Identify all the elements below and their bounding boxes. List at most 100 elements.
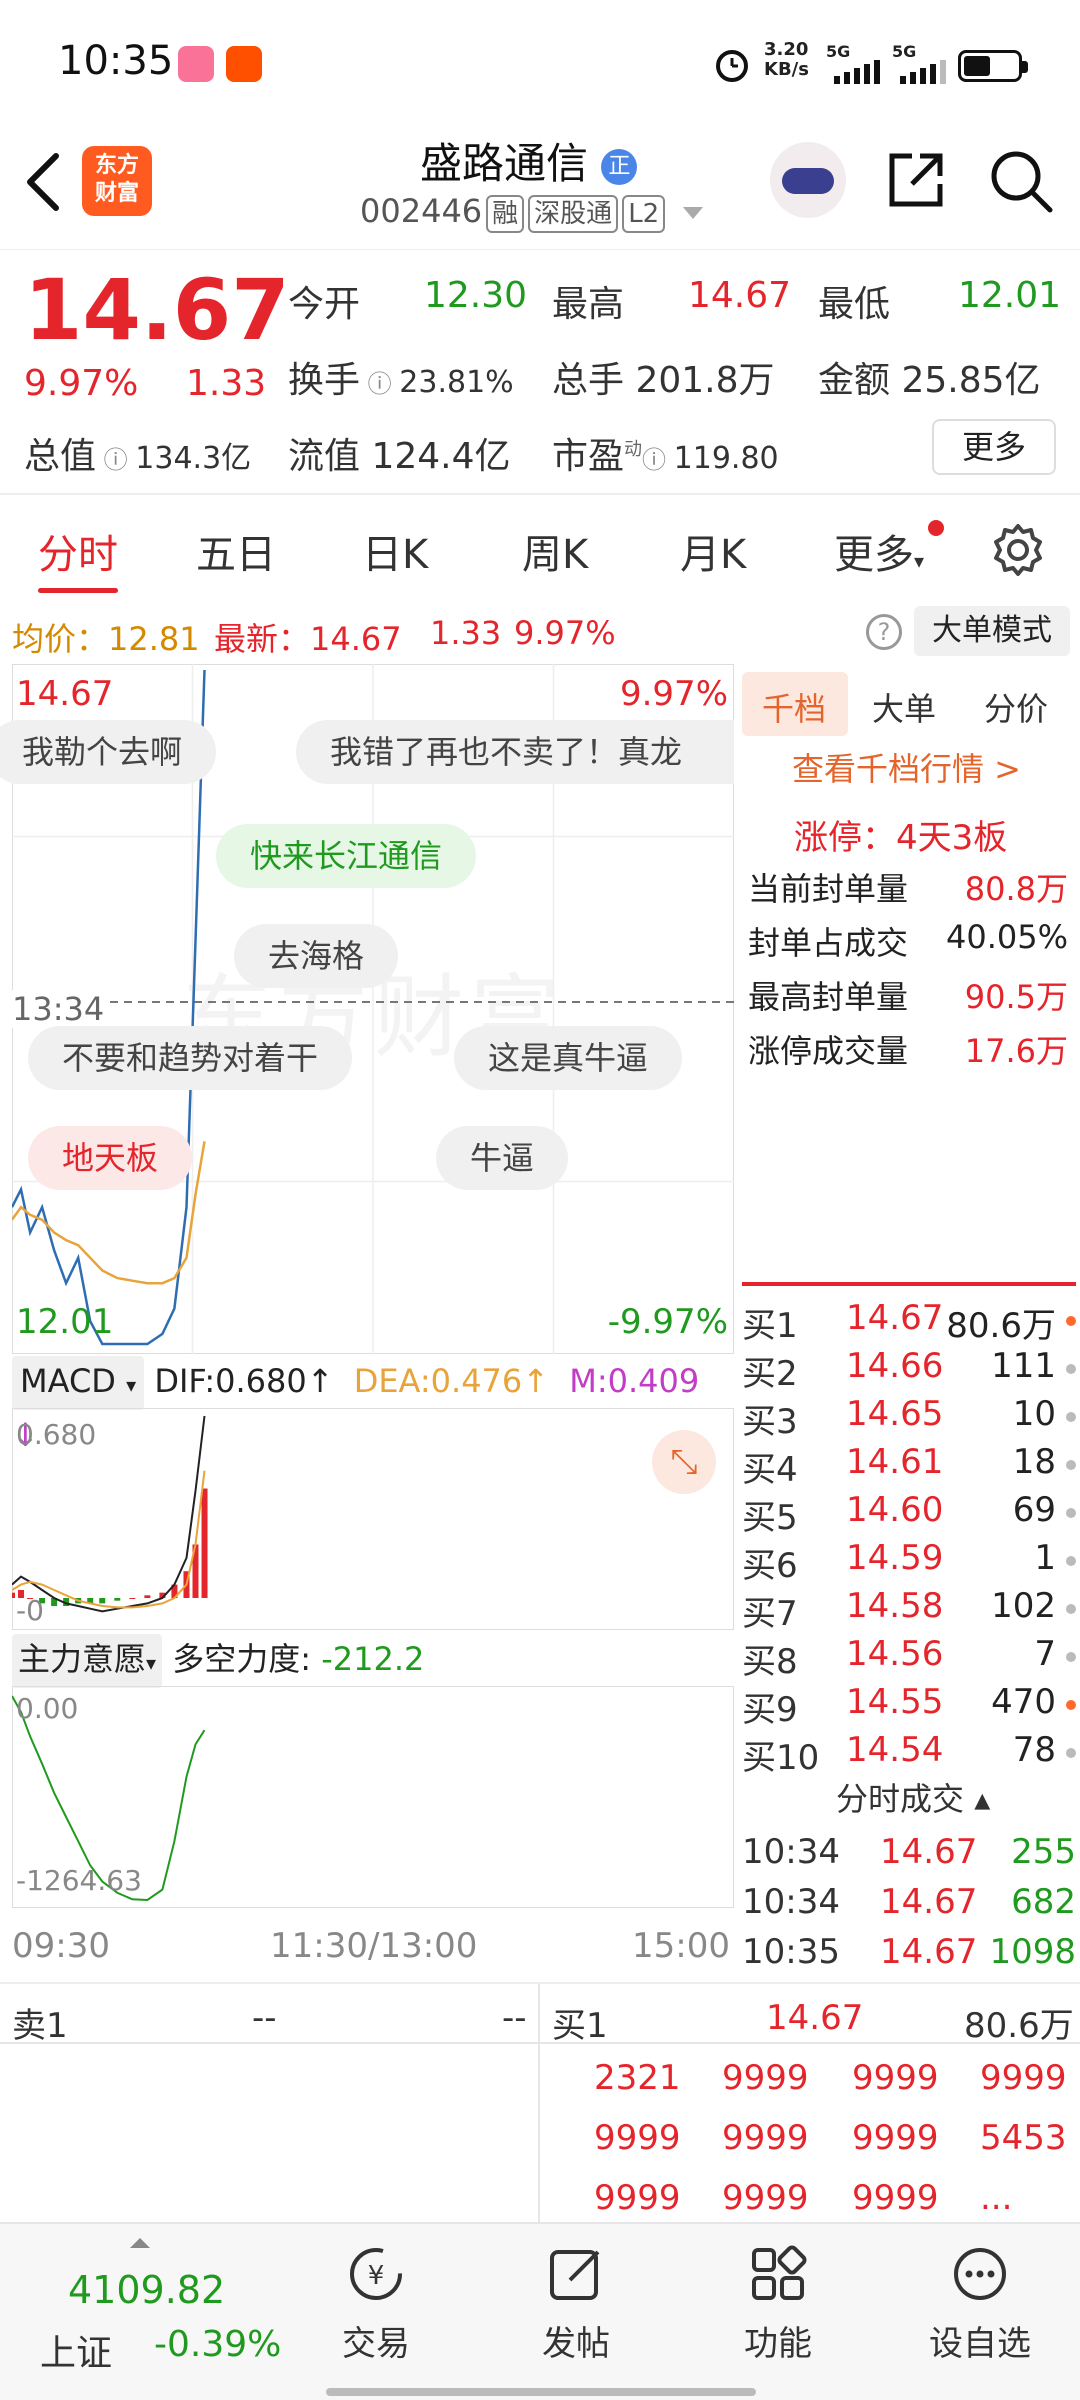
price-axis-top: 14.67	[16, 674, 114, 714]
alarm-icon	[716, 50, 748, 82]
index-ticker[interactable]: 4109.82 上证 -0.39%	[20, 2238, 320, 2388]
comment-bubble[interactable]: 这是真牛逼	[454, 1026, 683, 1090]
trade-price: 14.67	[880, 1832, 978, 1872]
stock-code-row[interactable]: 002446 融深股通 L2	[360, 192, 704, 233]
tab-monthly-k[interactable]: 月K	[680, 522, 746, 580]
nav-trade[interactable]: ¥ 交易	[306, 2244, 446, 2365]
robot-assistant-icon[interactable]	[770, 142, 846, 218]
share-icon[interactable]	[884, 148, 948, 212]
svg-text:¥: ¥	[368, 2261, 385, 2291]
view-levels-link[interactable]: 查看千档行情 >	[792, 744, 1021, 790]
change-percent: 9.97%	[24, 363, 139, 404]
macd-header: MACD ▾ DIF:0.680↑ DEA:0.476↑ M:0.409 ↓	[12, 1356, 734, 1454]
tab-thousand-levels[interactable]: 千档	[762, 684, 826, 730]
order-volume: 102	[991, 1586, 1056, 1626]
home-indicator[interactable]	[326, 2388, 756, 2396]
help-icon[interactable]: ?	[866, 614, 902, 650]
tab-more[interactable]: 更多▾	[834, 522, 924, 580]
order-volume: 111	[991, 1346, 1056, 1386]
connect-tag: 深股通	[528, 195, 619, 233]
comment-bubble[interactable]: 快来长江通信	[216, 824, 477, 888]
macd-selector[interactable]: MACD ▾	[12, 1356, 145, 1410]
queue-vertical-divider	[538, 1984, 540, 2224]
high-value: 14.67	[688, 275, 792, 316]
nav-post[interactable]: 发帖	[506, 2244, 646, 2365]
order-book-row[interactable]: 买3 14.65 10	[742, 1394, 1078, 1442]
order-book-divider	[742, 1282, 1076, 1286]
order-dot-icon	[1066, 1652, 1076, 1662]
trade-time: 10:35	[742, 1932, 840, 1972]
order-book-row[interactable]: 买8 14.56 7	[742, 1634, 1078, 1682]
trades-title[interactable]: 分时成交 ▴	[836, 1774, 990, 1820]
period-tabs: 分时 五日 日K 周K 月K 更多▾	[0, 500, 1080, 600]
order-volume: 7	[1034, 1634, 1056, 1674]
order-dot-icon	[1066, 1316, 1076, 1326]
signal-2-icon	[900, 60, 946, 84]
order-book-row[interactable]: 买9 14.55 470	[742, 1682, 1078, 1730]
tab-daily-k[interactable]: 日K	[362, 522, 428, 580]
back-icon[interactable]	[22, 150, 66, 214]
trade-row: 10:34 14.67 682	[742, 1882, 1078, 1922]
order-level-label: 买3	[742, 1402, 798, 1442]
comment-bubble[interactable]: 地天板	[28, 1126, 193, 1190]
main-force-selector[interactable]: 主力意愿▾	[12, 1634, 163, 1688]
order-book-row[interactable]: 买1 14.67 80.6万	[742, 1298, 1078, 1346]
stock-name: 盛路通信 正	[420, 130, 638, 191]
comment-bubble[interactable]: 不要和趋势对着干	[28, 1026, 353, 1090]
tab-big-orders[interactable]: 大单	[872, 684, 936, 730]
stock-header: 东方 财富 盛路通信 正 002446 融深股通 L2	[0, 130, 1080, 250]
macd-dif: DIF:0.680↑	[154, 1362, 334, 1400]
order-level-label: 买7	[742, 1594, 798, 1634]
info-icon[interactable]: ⓘ	[360, 370, 399, 398]
chart-area[interactable]: 东方财富 14.67 9.97% 12.01 -9.97% 13:34 我勒个去…	[0, 664, 734, 1980]
bottom-nav: 4109.82 上证 -0.39% ¥ 交易 发帖 功能 设自选	[0, 2222, 1080, 2400]
expand-icon[interactable]: ⤡	[652, 1430, 716, 1494]
info-icon[interactable]: ⓘ	[642, 446, 674, 474]
order-book-row[interactable]: 买10 14.54 78	[742, 1730, 1078, 1778]
tab-price-distribution[interactable]: 分价	[984, 684, 1048, 730]
active-tab-indicator	[38, 588, 118, 593]
order-level-label: 买6	[742, 1546, 798, 1586]
settings-gear-icon[interactable]	[990, 522, 1046, 578]
order-book-row[interactable]: 买5 14.60 69	[742, 1490, 1078, 1538]
order-book-row[interactable]: 买2 14.66 111	[742, 1346, 1078, 1394]
big-order-mode-button[interactable]: 大单模式	[914, 606, 1070, 656]
index-name: 上证	[40, 2333, 113, 2374]
trade-price: 14.67	[880, 1882, 978, 1922]
order-book-row[interactable]: 买6 14.59 1	[742, 1538, 1078, 1586]
current-price: 14.67	[24, 261, 290, 359]
order-queue: 卖1 -- -- 买1 14.67 80.6万 2321 9999 9999 9999…	[0, 1982, 1080, 2224]
order-level-label: 买8	[742, 1642, 798, 1682]
tab-five-day[interactable]: 五日	[196, 522, 276, 580]
comment-bubble[interactable]: 去海格	[234, 924, 399, 988]
app-logo[interactable]: 东方 财富	[82, 146, 152, 216]
high-label: 最高	[552, 284, 625, 325]
enterprise-badge: 正	[601, 148, 638, 185]
queue-cell: 2321	[594, 2058, 681, 2098]
more-quote-button[interactable]: 更多	[932, 419, 1056, 475]
info-icon[interactable]: ⓘ	[96, 446, 135, 474]
nav-functions[interactable]: 功能	[708, 2244, 848, 2365]
pe-ratio: 市盈动ⓘ 119.80	[552, 436, 779, 477]
market-cap: 总值 ⓘ 134.3亿	[24, 436, 252, 477]
comment-bubble[interactable]: 牛逼	[436, 1126, 569, 1190]
tab-weekly-k[interactable]: 周K	[522, 522, 588, 580]
order-book-row[interactable]: 买7 14.58 102	[742, 1586, 1078, 1634]
net-speed: 3.20 KB/s	[764, 39, 809, 80]
comment-bubble[interactable]: 我勒个去啊	[0, 720, 217, 784]
comment-bubble[interactable]: 我错了再也不卖了！真龙	[296, 720, 734, 784]
queue-cell: 9999	[852, 2178, 939, 2218]
order-level-label: 买1	[742, 1306, 798, 1346]
order-price: 14.60	[846, 1490, 944, 1530]
price-axis-bottom: 12.01	[16, 1302, 114, 1342]
search-icon[interactable]	[988, 148, 1054, 214]
tab-intraday[interactable]: 分时	[38, 522, 118, 580]
trade-time: 10:34	[742, 1882, 840, 1922]
order-level-label: 买2	[742, 1354, 798, 1394]
order-book-row[interactable]: 买4 14.61 18	[742, 1442, 1078, 1490]
grid-apps-icon	[752, 2245, 807, 2300]
nav-add-watchlist[interactable]: 设自选	[910, 2244, 1050, 2365]
pct-axis-top: 9.97%	[619, 674, 728, 714]
order-dot-icon	[1066, 1700, 1076, 1710]
right-panel: 千档 大单 分价 查看千档行情 > 涨停：4天3板 当前封单量 80.8万 封单占…	[736, 664, 1080, 1980]
